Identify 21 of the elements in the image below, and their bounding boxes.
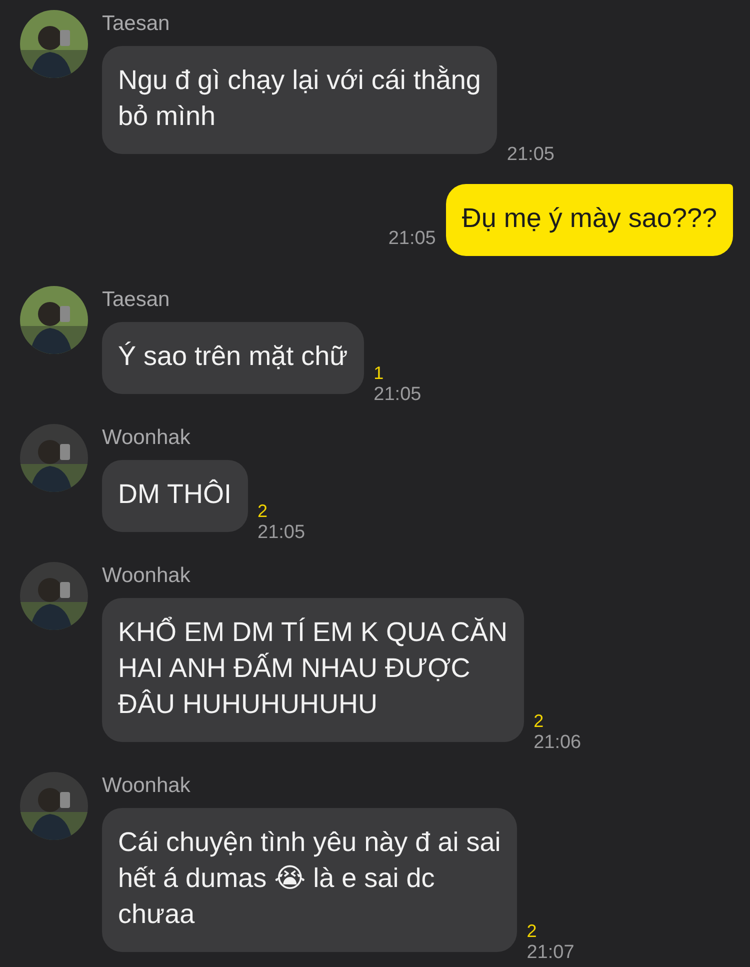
sender-name: Woonhak (102, 774, 192, 798)
timestamp: 21:05 (388, 228, 436, 250)
sender-name: Taesan (102, 288, 171, 312)
timestamp: 21:05 (506, 144, 554, 166)
sender-name: Woonhak (102, 564, 192, 588)
timestamp: 21:06 (534, 732, 582, 754)
timestamp: 21:07 (526, 942, 574, 964)
unread-count: 2 (258, 501, 268, 522)
timestamp: 21:05 (258, 522, 306, 544)
message-bubble: KHỔ EM DM TÍ EM K QUA CĂN HAI ANH ĐẤM NHAU ĐƯỢC ĐÂU HUHUHUHUHU (102, 598, 524, 742)
message-bubble: Ngu đ gì chạy lại với cái thằng bỏ mình (102, 46, 497, 154)
timestamp: 21:05 (374, 384, 422, 406)
message-bubble: DM THÔI (102, 460, 248, 532)
message-bubble: Ý sao trên mặt chữ (102, 322, 364, 394)
unread-count: 1 (374, 363, 384, 384)
sender-name: Woonhak (102, 426, 192, 450)
message-bubble: Đụ mẹ ý mày sao??? (446, 184, 733, 256)
unread-count: 2 (526, 921, 537, 942)
sender-name: Taesan (102, 12, 171, 36)
unread-count: 2 (534, 711, 544, 732)
message-bubble: Cái chuyện tình yêu này đ ai sai hết á dumas 😭 là e sai dc chưaa (102, 808, 517, 952)
